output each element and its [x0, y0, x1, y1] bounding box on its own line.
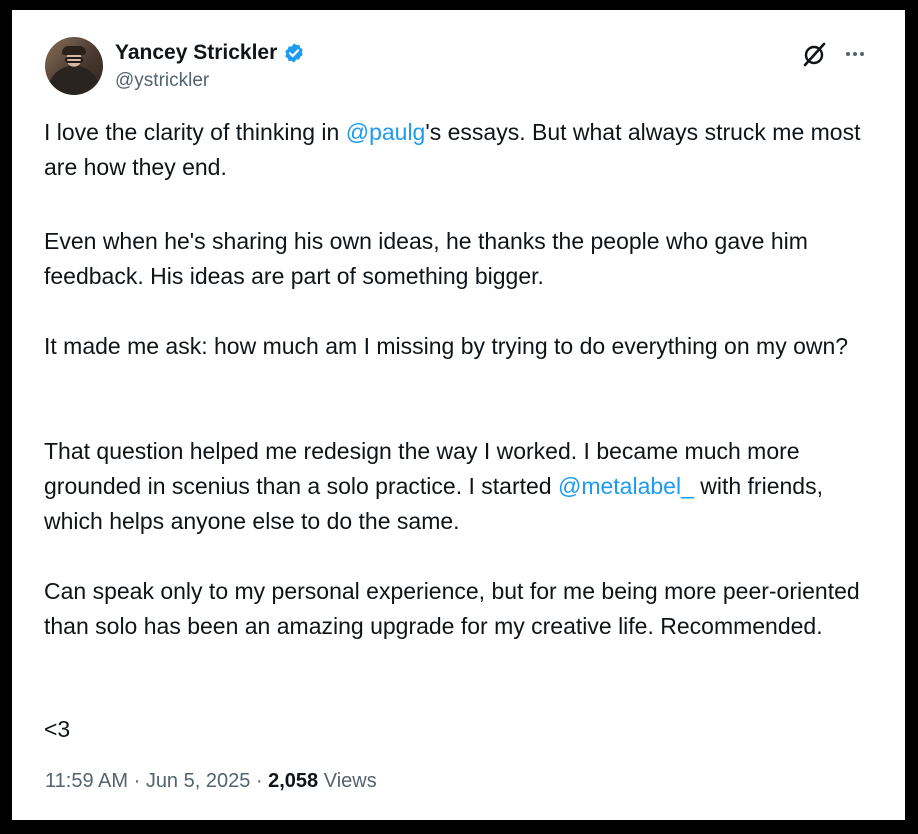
views-count[interactable]: 2,058	[268, 770, 318, 792]
views-label: Views	[318, 770, 377, 792]
avatar-hair	[62, 46, 86, 55]
tweet-date-link[interactable]: Jun 5, 2025	[146, 770, 251, 792]
meta-separator: ·	[250, 770, 269, 792]
avatar-glasses	[65, 57, 83, 63]
tweet-paragraph-4: That question helped me redesign the way…	[44, 434, 874, 539]
avatar[interactable]	[45, 37, 103, 95]
author-name-row: Yancey Strickler	[115, 41, 305, 65]
tweet-time-link[interactable]: 11:59 AM	[45, 770, 128, 792]
tweet-paragraph-5: Can speak only to my personal experience…	[44, 578, 860, 639]
mention-metalabel-link[interactable]: @metalabel_	[558, 473, 694, 499]
author-handle[interactable]: @ystrickler	[115, 70, 209, 92]
meta-separator: ·	[128, 770, 146, 792]
tweet-card: Yancey Strickler @ystrickler I love the …	[12, 10, 905, 820]
tweet-paragraph-6: <3	[44, 716, 71, 742]
tweet-p1-text-before: I love the clarity of thinking in	[44, 119, 346, 145]
tweet-meta: 11:59 AM · Jun 5, 2025 · 2,058 Views	[45, 770, 377, 793]
verified-badge-icon[interactable]	[283, 42, 305, 64]
tweet-paragraph-3: It made me ask: how much am I missing by…	[44, 333, 849, 359]
mention-paulg-link[interactable]: @paulg	[346, 119, 426, 145]
author-display-name[interactable]: Yancey Strickler	[115, 41, 277, 65]
tweet-paragraph-1: I love the clarity of thinking in @paulg…	[44, 115, 874, 185]
more-options-icon[interactable]	[841, 40, 869, 68]
grok-icon[interactable]	[801, 40, 829, 68]
tweet-paragraph-2: Even when he's sharing his own ideas, he…	[44, 228, 808, 289]
